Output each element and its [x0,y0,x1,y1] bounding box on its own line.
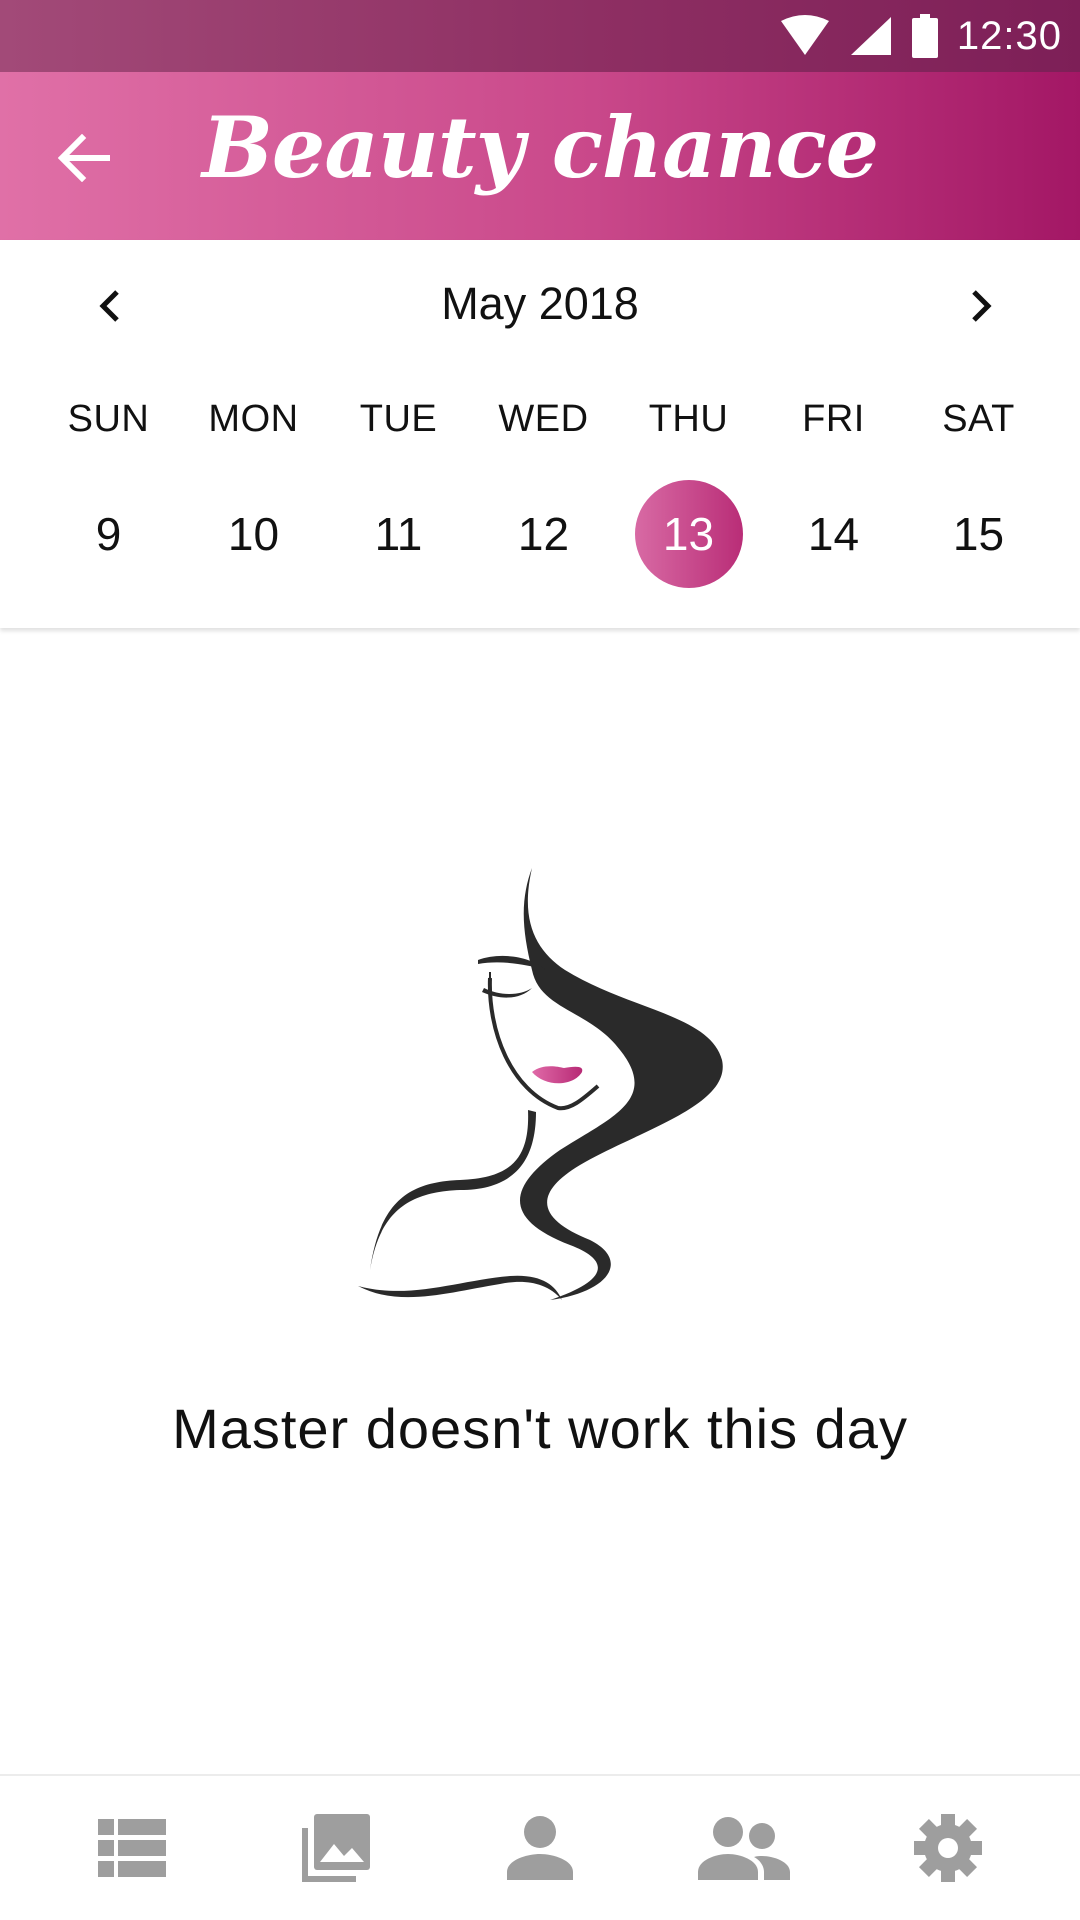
day-number: 12 [517,508,570,560]
calendar-day[interactable]: 9 [36,480,181,588]
signal-icon [850,17,891,55]
month-label: May 2018 [441,278,639,329]
day-number: 11 [374,508,423,560]
woman-silhouette-icon [358,868,723,1300]
calendar-day-selected[interactable]: 13 [616,480,761,588]
nav-clients-button[interactable] [684,1788,804,1908]
weekday-label: SUN [67,398,150,440]
weekday-label: MON [208,398,299,440]
calendar-day[interactable]: 15 [906,480,1051,588]
weekday-label: TUE [359,398,438,440]
person-icon [507,1816,573,1880]
gallery-icon [302,1814,370,1882]
status-bar: 12:30 [0,0,1080,72]
nav-list-button[interactable] [72,1788,192,1908]
month-header: May 2018 [0,270,1080,340]
status-time: 12:30 [956,13,1062,58]
nav-profile-button[interactable] [480,1788,600,1908]
nav-gallery-button[interactable] [276,1788,396,1908]
group-icon [698,1817,790,1880]
no-work-message: Master doesn't work this day [172,1397,908,1460]
day-number: 14 [807,508,860,560]
settings-icon [914,1814,982,1882]
day-number: 10 [227,508,280,560]
weekday-header: SUN MON TUE WED THU FRI SAT [0,398,1080,441]
weekday-label: WED [498,398,589,440]
day-number: 13 [634,480,743,588]
battery-icon [911,14,938,58]
weekday-label: FRI [802,398,865,440]
day-row: 9 10 11 12 13 14 15 [0,480,1080,588]
app-bar: Beauty chance [0,72,1080,240]
weekday-label: THU [648,398,729,440]
bottom-navigation [0,1774,1080,1920]
week-calendar: May 2018 SUN MON TUE WED THU FRI SAT 9 1… [0,240,1080,628]
next-week-button[interactable] [946,270,1018,342]
calendar-day[interactable]: 12 [471,480,616,588]
day-number: 9 [95,508,122,560]
list-icon [98,1819,166,1877]
weekday-label: SAT [942,398,1015,440]
wifi-icon [780,15,829,55]
day-number: 15 [952,508,1005,560]
nav-settings-button[interactable] [888,1788,1008,1908]
chevron-right-icon [972,290,992,322]
calendar-day[interactable]: 14 [761,480,906,588]
calendar-day[interactable]: 11 [326,480,471,588]
calendar-day[interactable]: 10 [181,480,326,588]
app-title: Beauty chance [201,98,879,197]
status-icons: 12:30 [779,0,1062,72]
